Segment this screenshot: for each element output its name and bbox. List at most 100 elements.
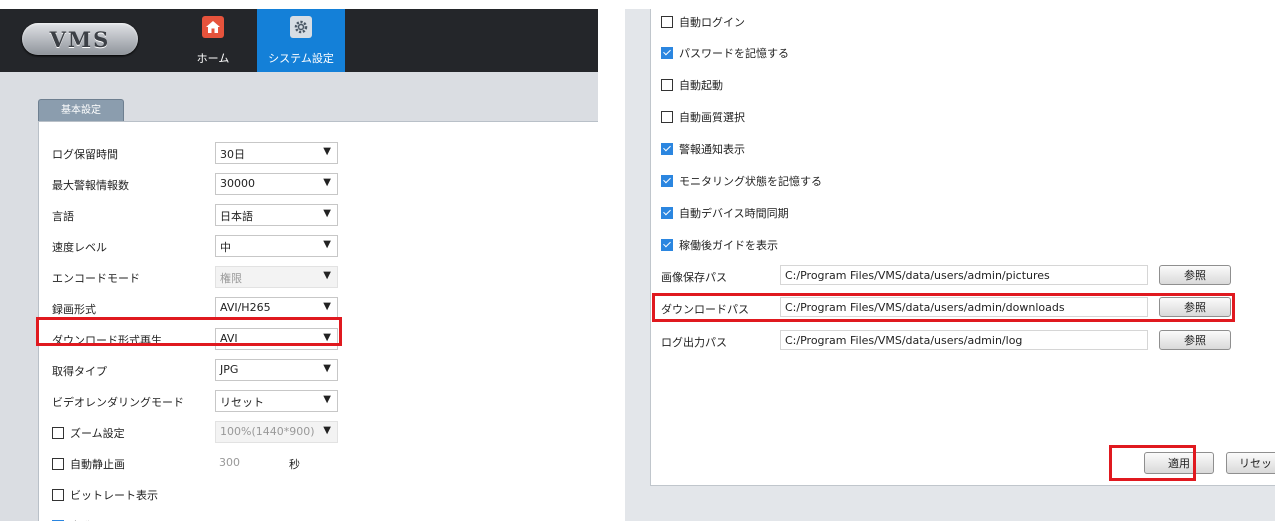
log-path-input[interactable]: C:/Program Files/VMS/data/users/admin/lo…: [780, 330, 1148, 350]
dropdown-arrow-icon: ▼: [323, 177, 331, 188]
nav-system-settings-label: システム設定: [268, 52, 334, 65]
setting-row-bitrate: ビットレート表示: [39, 483, 598, 507]
logo-text: VMS: [49, 26, 111, 52]
zoom-label: ズーム設定: [70, 427, 125, 440]
option-label: 自動起動: [679, 79, 723, 92]
select-value: 100%(1440*900): [220, 425, 315, 438]
auto-still-checkbox[interactable]: [52, 458, 64, 470]
advanced-settings-form: 自動ログイン パスワードを記憶する 自動起動 自動画質選択 警報通知表示 モニタ…: [650, 9, 1275, 486]
system-settings-panel-left: VMS ホーム システム設定 基本設定 ログ保留時間 30日 ▼ 最大警報情報数 …: [0, 9, 598, 521]
speed-level-select[interactable]: 中 ▼: [215, 235, 338, 257]
reset-button[interactable]: リセット: [1226, 452, 1275, 474]
log-retention-select[interactable]: 30日 ▼: [215, 142, 338, 164]
option-label: 自動画質選択: [679, 111, 745, 124]
select-value: 権限: [220, 272, 242, 285]
setting-row-encode-mode: エンコードモード 権限 ▼: [39, 266, 598, 290]
seconds-unit-label: 秒: [289, 458, 300, 471]
setting-row-download-format: ダウンロード形式再生 AVI ▼: [39, 328, 598, 352]
setting-label: 最大警報情報数: [52, 179, 129, 192]
auto-start-checkbox[interactable]: [661, 79, 673, 91]
option-remember-password: パスワードを記憶する: [661, 45, 789, 65]
option-auto-login: 自動ログイン: [661, 14, 745, 34]
dropdown-arrow-icon: ▼: [323, 301, 331, 312]
record-format-select[interactable]: AVI/H265 ▼: [215, 297, 338, 319]
download-path-input[interactable]: C:/Program Files/VMS/data/users/admin/do…: [780, 297, 1148, 317]
path-label: ダウンロードパス: [661, 303, 749, 316]
setting-row-max-alarm: 最大警報情報数 30000 ▼: [39, 173, 598, 197]
select-value: 30日: [220, 148, 245, 161]
nav-home-button[interactable]: ホーム: [185, 9, 241, 72]
path-label: 画像保存パス: [661, 271, 727, 284]
home-icon: [202, 16, 224, 38]
language-select[interactable]: 日本語 ▼: [215, 204, 338, 226]
setting-label: 取得タイプ: [52, 365, 107, 378]
auto-still-label: 自動静止画: [70, 458, 125, 471]
option-label: 稼働後ガイドを表示: [679, 239, 778, 252]
zoom-select: 100%(1440*900) ▼: [215, 421, 338, 443]
capture-type-select[interactable]: JPG ▼: [215, 359, 338, 381]
max-alarm-select[interactable]: 30000 ▼: [215, 173, 338, 195]
select-value: JPG: [220, 363, 239, 376]
browse-pictures-button[interactable]: 参照: [1159, 265, 1231, 285]
remember-password-checkbox[interactable]: [661, 47, 673, 59]
gear-icon: [290, 16, 312, 38]
select-value: AVI/H265: [220, 301, 271, 314]
zoom-checkbox[interactable]: [52, 427, 64, 439]
nav-home-label: ホーム: [196, 52, 230, 65]
dropdown-arrow-icon: ▼: [323, 425, 331, 436]
render-mode-select[interactable]: リセット ▼: [215, 390, 338, 412]
auto-quality-checkbox[interactable]: [661, 111, 673, 123]
browse-downloads-button[interactable]: 参照: [1159, 297, 1231, 317]
dropdown-arrow-icon: ▼: [323, 394, 331, 405]
tab-basic-settings[interactable]: 基本設定: [38, 99, 124, 121]
setting-row-record-format: 録画形式 AVI/H265 ▼: [39, 297, 598, 321]
show-guide-checkbox[interactable]: [661, 239, 673, 251]
option-remember-monitoring: モニタリング状態を記憶する: [661, 173, 822, 193]
option-label: パスワードを記憶する: [679, 47, 789, 60]
encode-mode-select: 権限 ▼: [215, 266, 338, 288]
bitrate-label: ビットレート表示: [70, 489, 158, 502]
option-auto-time-sync: 自動デバイス時間同期: [661, 205, 789, 225]
select-value: リセット: [220, 396, 264, 409]
alarm-notify-checkbox[interactable]: [661, 143, 673, 155]
bitrate-checkbox[interactable]: [52, 489, 64, 501]
dropdown-arrow-icon: ▼: [323, 332, 331, 343]
setting-label: エンコードモード: [52, 272, 140, 285]
setting-row-auto: 自動: [39, 514, 598, 521]
dropdown-arrow-icon: ▼: [323, 239, 331, 250]
system-settings-panel-right: 自動ログイン パスワードを記憶する 自動起動 自動画質選択 警報通知表示 モニタ…: [625, 9, 1275, 521]
option-alarm-notify: 警報通知表示: [661, 141, 745, 161]
dropdown-arrow-icon: ▼: [323, 363, 331, 374]
auto-still-checkbox-wrap: 自動静止画: [52, 456, 125, 472]
option-show-guide: 稼働後ガイドを表示: [661, 237, 778, 257]
select-value: 30000: [220, 177, 255, 190]
basic-settings-form: ログ保留時間 30日 ▼ 最大警報情報数 30000 ▼ 言語 日本語 ▼ 速度レベル…: [38, 121, 598, 521]
setting-label: 速度レベル: [52, 241, 107, 254]
path-label: ログ出力パス: [661, 336, 727, 349]
select-value: AVI: [220, 332, 238, 345]
auto-still-seconds-input: 300: [219, 456, 240, 469]
path-row-log: ログ出力パス C:/Program Files/VMS/data/users/a…: [651, 330, 1251, 352]
setting-row-language: 言語 日本語 ▼: [39, 204, 598, 228]
apply-button[interactable]: 適用: [1144, 452, 1214, 474]
picture-path-input[interactable]: C:/Program Files/VMS/data/users/admin/pi…: [780, 265, 1148, 285]
dropdown-arrow-icon: ▼: [323, 146, 331, 157]
select-value: 日本語: [220, 210, 253, 223]
download-format-select[interactable]: AVI ▼: [215, 328, 338, 350]
auto-time-sync-checkbox[interactable]: [661, 207, 673, 219]
setting-row-capture-type: 取得タイプ JPG ▼: [39, 359, 598, 383]
browse-log-button[interactable]: 参照: [1159, 330, 1231, 350]
select-value: 中: [220, 241, 231, 254]
setting-label: ログ保留時間: [52, 148, 118, 161]
option-label: モニタリング状態を記憶する: [679, 175, 822, 188]
setting-row-speed-level: 速度レベル 中 ▼: [39, 235, 598, 259]
option-label: 自動デバイス時間同期: [679, 207, 789, 220]
option-label: 警報通知表示: [679, 143, 745, 156]
dropdown-arrow-icon: ▼: [323, 270, 331, 281]
remember-monitoring-checkbox[interactable]: [661, 175, 673, 187]
nav-system-settings-button[interactable]: システム設定: [257, 9, 345, 72]
option-label: 自動ログイン: [679, 16, 745, 29]
auto-login-checkbox[interactable]: [661, 16, 673, 28]
setting-row-auto-still: 自動静止画 300 秒: [39, 452, 598, 476]
setting-label: ビデオレンダリングモード: [52, 396, 184, 409]
